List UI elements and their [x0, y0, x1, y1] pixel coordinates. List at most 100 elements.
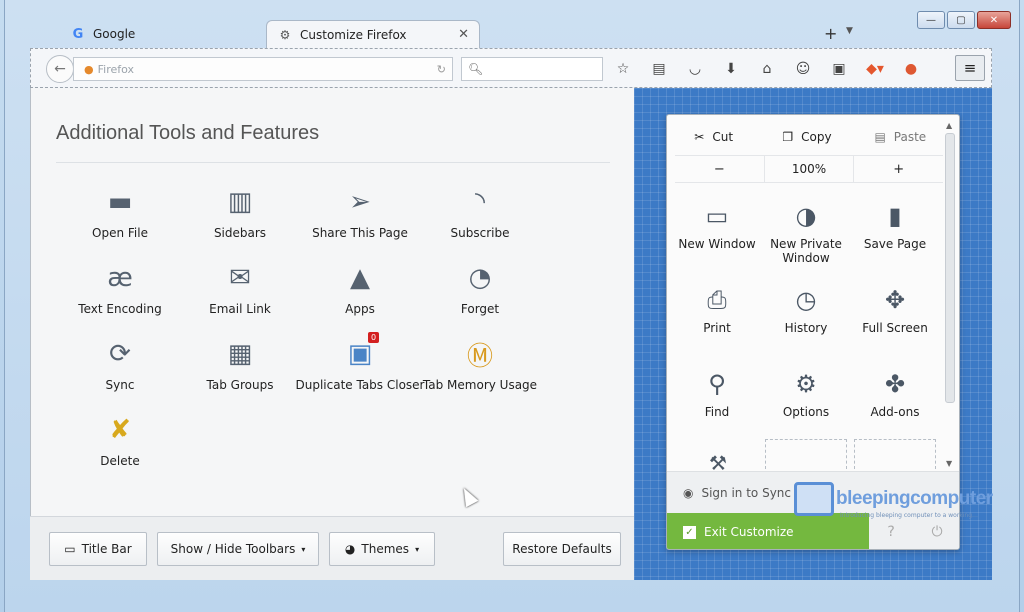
clock-icon: ◷ — [795, 286, 817, 314]
gear-icon: ⚙ — [279, 27, 291, 42]
hamburger-menu-button[interactable]: ≡ — [955, 55, 985, 81]
button-label: Show / Hide Toolbars — [170, 542, 296, 556]
tab-groups-icon: ▦ — [227, 339, 253, 369]
tool-label: Text Encoding — [78, 302, 162, 316]
watermark-tagline: Introducing bleeping computer to a worki… — [840, 512, 979, 519]
zoom-controls: − 100% + — [675, 155, 943, 183]
restore-defaults-button[interactable]: Restore Defaults — [503, 532, 621, 566]
addon-dropdown-icon[interactable]: ◆▾ — [863, 59, 887, 79]
tool-label: Delete — [100, 454, 140, 468]
tool-sidebars[interactable]: ▥ Sidebars — [180, 184, 300, 254]
customize-footer: ▭ Title Bar Show / Hide Toolbars ▾ ◕ The… — [30, 516, 634, 580]
tool-duplicate-tabs-closer[interactable]: ▣ 0 Duplicate Tabs Closer — [296, 332, 425, 406]
pocket-icon[interactable]: ◡ — [683, 59, 707, 79]
tool-text-encoding[interactable]: æ Text Encoding — [60, 260, 180, 330]
new-window-button[interactable]: ▭ New Window — [672, 199, 762, 271]
empty-slot — [854, 439, 936, 469]
scroll-thumb[interactable] — [945, 133, 955, 403]
url-bar[interactable]: ● Firefox ↻ — [73, 57, 453, 81]
new-private-window-button[interactable]: ◑ New Private Window — [761, 199, 851, 271]
reload-icon[interactable]: ↻ — [437, 63, 446, 76]
tool-subscribe[interactable]: ◝ Subscribe — [420, 184, 540, 254]
tool-delete[interactable]: ✘ Delete — [60, 412, 180, 482]
zoom-out-button[interactable]: − — [675, 156, 764, 182]
home-icon[interactable]: ⌂ — [755, 59, 779, 79]
zoom-in-button[interactable]: + — [854, 156, 943, 182]
tab-google[interactable]: G Google ✕ — [60, 20, 290, 48]
rocket-icon: ▲ — [350, 263, 370, 293]
scroll-down-icon[interactable]: ▼ — [946, 459, 952, 468]
mail-icon: ✉ — [229, 263, 251, 293]
tab-label: Google — [93, 27, 136, 41]
paste-button[interactable]: ▤ Paste — [854, 123, 947, 151]
printer-icon: ⎙ — [707, 286, 727, 314]
item-label: Options — [782, 405, 830, 419]
tool-share-this-page[interactable]: ➢ Share This Page — [300, 184, 420, 254]
add-ons-button[interactable]: ✤ Add-ons — [850, 367, 940, 439]
copy-button[interactable]: ❐ Copy — [760, 123, 853, 151]
fullscreen-icon: ✥ — [884, 286, 906, 314]
themes-button[interactable]: ◕ Themes ▾ — [329, 532, 435, 566]
save-page-button[interactable]: ▮ Save Page — [850, 199, 940, 271]
page-icon: ▮ — [888, 202, 902, 230]
search-input[interactable]: 🔍︎ — [461, 57, 603, 81]
window-controls: — ▢ ✕ — [917, 11, 1011, 29]
google-icon: G — [72, 26, 84, 42]
maximize-button[interactable]: ▢ — [947, 11, 975, 29]
magnifier-icon: ⚲ — [708, 370, 726, 398]
tool-label: Subscribe — [450, 226, 510, 240]
tab-customize-firefox[interactable]: ⚙ Customize Firefox ✕ — [266, 20, 480, 48]
find-button[interactable]: ⚲ Find — [672, 367, 762, 439]
tool-open-file[interactable]: ▬ Open File — [60, 184, 180, 254]
chat-icon[interactable]: ☺ — [791, 59, 815, 79]
tool-label: Share This Page — [312, 226, 408, 240]
tool-apps[interactable]: ▲ Apps — [300, 260, 420, 330]
gear-icon: ⚙ — [795, 370, 817, 398]
item-label: Add-ons — [870, 405, 920, 419]
full-screen-button[interactable]: ✥ Full Screen — [850, 283, 940, 355]
tool-sync[interactable]: ⟳ Sync — [60, 336, 180, 406]
bookmarks-menu-icon[interactable]: ▤ — [647, 59, 671, 79]
panel-scrollbar[interactable]: ▲ ▼ — [943, 121, 957, 471]
duckduckgo-icon[interactable]: ● — [899, 59, 923, 79]
bookmark-star-icon[interactable]: ☆ — [611, 59, 635, 79]
broom-icon: ✘ — [109, 415, 131, 445]
sync-icon: ◉ — [683, 485, 694, 500]
scissors-icon: ✂ — [694, 130, 705, 144]
tool-tab-memory-usage[interactable]: Ⓜ Tab Memory Usage — [420, 336, 540, 406]
tool-label: Sync — [105, 378, 135, 392]
globe-icon: ◕ — [344, 542, 356, 556]
print-button[interactable]: ⎙ Print — [672, 283, 762, 355]
tab-memory-icon: Ⓜ — [466, 341, 493, 372]
tool-label: Sidebars — [213, 226, 267, 240]
item-label: Print — [703, 321, 731, 335]
empty-slot — [765, 439, 847, 469]
customize-palette: Additional Tools and Features ▬ Open Fil… — [30, 88, 634, 516]
mask-icon: ◑ — [795, 202, 817, 230]
zoom-reset-button[interactable]: 100% — [763, 156, 855, 182]
copy-icon: ❐ — [782, 130, 794, 144]
scroll-up-icon[interactable]: ▲ — [946, 121, 952, 130]
divider — [56, 162, 610, 163]
tab-list-chevron-icon[interactable]: ▼ — [846, 26, 853, 36]
options-button[interactable]: ⚙ Options — [761, 367, 851, 439]
sync-icon: ⟳ — [109, 339, 131, 369]
tool-forget[interactable]: ◔ Forget — [420, 260, 540, 330]
new-tab-icon[interactable]: + — [824, 24, 837, 43]
show-hide-toolbars-button[interactable]: Show / Hide Toolbars ▾ — [157, 532, 319, 566]
back-button[interactable]: ← — [46, 55, 74, 83]
tool-label: Forget — [460, 302, 500, 316]
close-button[interactable]: ✕ — [977, 11, 1011, 29]
cut-button[interactable]: ✂ Cut — [667, 123, 760, 151]
search-icon: 🔍︎ — [468, 62, 484, 76]
clipboard-icon: ▤ — [874, 130, 886, 144]
chevron-down-icon: ▾ — [415, 544, 420, 554]
button-label: Restore Defaults — [512, 542, 612, 556]
download-icon[interactable]: ⬇ — [719, 59, 743, 79]
title-bar-button[interactable]: ▭ Title Bar — [49, 532, 147, 566]
tool-tab-groups[interactable]: ▦ Tab Groups — [180, 336, 300, 406]
tab-close-icon[interactable]: ✕ — [458, 27, 469, 42]
tool-email-link[interactable]: ✉ Email Link — [180, 260, 300, 330]
monitor-addon-icon[interactable]: ▣ — [827, 59, 851, 79]
history-button[interactable]: ◷ History — [761, 283, 851, 355]
